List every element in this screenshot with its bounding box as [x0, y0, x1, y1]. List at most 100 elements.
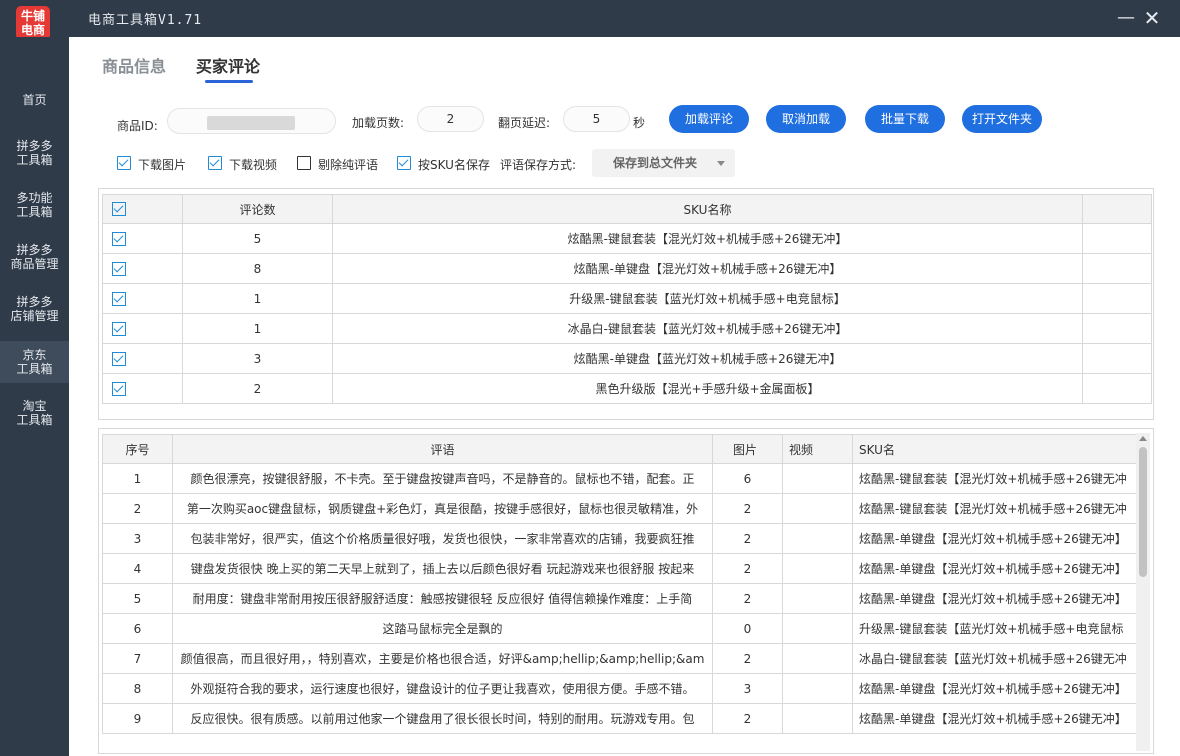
scroll-thumb[interactable] [1139, 447, 1147, 577]
tab-buyer-reviews[interactable]: 买家评论 [196, 53, 260, 77]
cancel-load-button[interactable]: 取消加载 [766, 105, 846, 133]
sku-name: 炫酷黑-单键盘【混光灯效+机械手感+26键无冲】 [852, 523, 1137, 554]
sidebar-item-taobao-toolbox[interactable]: 淘宝 工具箱 [0, 393, 69, 433]
row-checkbox[interactable] [112, 321, 126, 336]
header-empty [1082, 194, 1152, 224]
tab-product-info[interactable]: 商品信息 [102, 53, 166, 77]
sidebar-item-multi-toolbox[interactable]: 多功能 工具箱 [0, 185, 69, 225]
download-images-label: 下载图片 [138, 158, 187, 172]
table-row[interactable]: 1 颜色很漂亮，按键很舒服，不卡壳。至于键盘按键声音吗，不是静音的。鼠标也不错，配… [102, 463, 1137, 494]
sku-table: 评论数 SKU名称 5 炫酷黑-键鼠套装【混光灯效+机械手感+26键无冲】 8 … [102, 194, 1152, 404]
table-row[interactable]: 1 冰晶白-键鼠套装【蓝光灯效+机械手感+26键无冲】 [102, 313, 1152, 344]
delay-input[interactable]: 5 [563, 106, 630, 132]
table-row[interactable]: 5 耐用度：键盘非常耐用按压很舒服舒适度：触感按键很轻 反应很好 值得信赖操作难度… [102, 583, 1137, 614]
review-text: 颜色很漂亮，按键很舒服，不卡壳。至于键盘按键声音吗，不是静音的。鼠标也不错，配套… [172, 463, 713, 494]
sidebar-item-pdd-toolbox[interactable]: 拼多多 工具箱 [0, 133, 69, 173]
save-mode-value: 保存到总文件夹 [613, 156, 698, 170]
review-text: 耐用度：键盘非常耐用按压很舒服舒适度：触感按键很轻 反应很好 值得信赖操作难度：… [172, 583, 713, 614]
sku-name: 升级黑-键鼠套装【蓝光灯效+机械手感+电竞鼠标 [852, 613, 1137, 644]
empty-cell [1082, 343, 1152, 374]
sku-name: 炫酷黑-键鼠套装【混光灯效+机械手感+26键无冲 [852, 493, 1137, 524]
save-by-sku-checkbox[interactable] [397, 156, 411, 170]
save-mode-label: 评语保存方式: [500, 158, 577, 172]
sidebar-item-jd-toolbox[interactable]: 京东 工具箱 [0, 341, 69, 383]
row-checkbox-cell[interactable] [102, 343, 183, 374]
image-count: 2 [712, 493, 783, 524]
pages-input[interactable]: 2 [417, 106, 484, 132]
batch-download-button[interactable]: 批量下载 [865, 105, 945, 133]
sku-name: 升级黑-键鼠套装【蓝光灯效+机械手感+电竞鼠标】 [332, 283, 1083, 314]
product-id-label: 商品ID: [117, 119, 158, 133]
review-table-scrollbar[interactable] [1136, 433, 1150, 751]
save-by-sku-label: 按SKU名保存 [418, 158, 490, 172]
table-row[interactable]: 2 黑色升级版【混光+手感升级+金属面板】 [102, 373, 1152, 404]
review-table-container: 序号 评语 图片 视频 SKU名 1 颜色很漂亮，按键很舒服，不卡壳。至于键盘按键… [98, 428, 1154, 754]
row-checkbox[interactable] [112, 261, 126, 276]
table-row[interactable]: 4 键盘发货很快 晚上买的第二天早上就到了，插上去以后颜色很好看 玩起游戏来也很舒… [102, 553, 1137, 584]
header-review-text: 评语 [172, 434, 713, 464]
download-images-checkbox[interactable] [117, 156, 131, 170]
sidebar-item-home[interactable]: 首页 [0, 82, 69, 118]
table-row[interactable]: 1 升级黑-键鼠套装【蓝光灯效+机械手感+电竞鼠标】 [102, 283, 1152, 314]
empty-cell [1082, 283, 1152, 314]
header-sku-name: SKU名称 [332, 194, 1083, 224]
video-count [782, 703, 853, 734]
table-row[interactable]: 3 包装非常好，很严实，值这个价格质量很好哦，发货也很快，一家非常喜欢的店铺，我要… [102, 523, 1137, 554]
table-row[interactable]: 6 这踏马鼠标完全是飘的 0 升级黑-键鼠套装【蓝光灯效+机械手感+电竞鼠标 [102, 613, 1137, 644]
sku-name: 冰晶白-键鼠套装【蓝光灯效+机械手感+26键无冲 [852, 643, 1137, 674]
video-count [782, 523, 853, 554]
sidebar-item-pdd-shop[interactable]: 拼多多 店铺管理 [0, 289, 69, 329]
product-id-masked-value [207, 116, 295, 130]
row-checkbox-cell[interactable] [102, 253, 183, 284]
minimize-icon[interactable]: — [1114, 6, 1138, 30]
table-row[interactable]: 7 颜值很高，而且很好用，，特别喜欢，主要是价格也很合适，好评&amp;helli… [102, 643, 1137, 674]
row-checkbox[interactable] [112, 381, 126, 396]
video-count [782, 463, 853, 494]
image-count: 3 [712, 673, 783, 704]
review-text: 包装非常好，很严实，值这个价格质量很好哦，发货也很快，一家非常喜欢的店铺，我要疯… [172, 523, 713, 554]
table-row[interactable]: 2 第一次购买aoc键盘鼠标，钢质键盘+彩色灯，真是很酷，按键手感很好，鼠标也很灵… [102, 493, 1137, 524]
scroll-up-icon[interactable] [1139, 436, 1147, 441]
select-all-cell[interactable] [102, 194, 183, 224]
video-count [782, 553, 853, 584]
table-row[interactable]: 8 外观挺符合我的要求，运行速度也很好，键盘设计的位子更让我喜欢，使用很方便。手感… [102, 673, 1137, 704]
table-row[interactable]: 3 炫酷黑-单键盘【蓝光灯效+机械手感+26键无冲】 [102, 343, 1152, 374]
table-row[interactable]: 9 反应很快。很有质感。以前用过他家一个键盘用了很长很长时间，特别的耐用。玩游戏专… [102, 703, 1137, 734]
close-icon[interactable]: ✕ [1140, 6, 1164, 30]
download-videos-checkbox[interactable] [208, 156, 222, 170]
video-count [782, 643, 853, 674]
image-count: 2 [712, 643, 783, 674]
review-text: 第一次购买aoc键盘鼠标，钢质键盘+彩色灯，真是很酷，按键手感很好，鼠标也很灵敏… [172, 493, 713, 524]
delay-label: 翻页延迟: [498, 116, 551, 130]
empty-cell [1082, 373, 1152, 404]
row-index: 1 [102, 463, 173, 494]
row-index: 8 [102, 673, 173, 704]
remove-text-only-checkbox[interactable] [297, 156, 311, 170]
sku-name: 冰晶白-键鼠套装【蓝光灯效+机械手感+26键无冲】 [332, 313, 1083, 344]
row-checkbox-cell[interactable] [102, 283, 183, 314]
load-reviews-button[interactable]: 加载评论 [669, 105, 749, 133]
pages-label: 加载页数: [352, 116, 405, 130]
header-images: 图片 [712, 434, 783, 464]
sku-table-header: 评论数 SKU名称 [102, 194, 1152, 224]
app-title: 电商工具箱V1.71 [88, 13, 203, 28]
row-checkbox[interactable] [112, 291, 126, 306]
row-checkbox-cell[interactable] [102, 223, 183, 254]
open-folder-button[interactable]: 打开文件夹 [962, 105, 1042, 133]
select-all-checkbox[interactable] [112, 202, 126, 217]
review-count: 1 [182, 313, 333, 344]
remove-text-only-label: 剔除纯评语 [318, 158, 379, 172]
row-checkbox[interactable] [112, 231, 126, 246]
save-mode-select[interactable]: 保存到总文件夹 [592, 149, 735, 177]
app-logo: 牛铺电商 [16, 6, 50, 40]
row-checkbox-cell[interactable] [102, 313, 183, 344]
empty-cell [1082, 223, 1152, 254]
table-row[interactable]: 5 炫酷黑-键鼠套装【混光灯效+机械手感+26键无冲】 [102, 223, 1152, 254]
row-index: 6 [102, 613, 173, 644]
row-checkbox[interactable] [112, 351, 126, 366]
table-row[interactable]: 8 炫酷黑-单键盘【混光灯效+机械手感+26键无冲】 [102, 253, 1152, 284]
video-count [782, 673, 853, 704]
video-count [782, 583, 853, 614]
sidebar-item-pdd-products[interactable]: 拼多多 商品管理 [0, 237, 69, 277]
row-checkbox-cell[interactable] [102, 373, 183, 404]
